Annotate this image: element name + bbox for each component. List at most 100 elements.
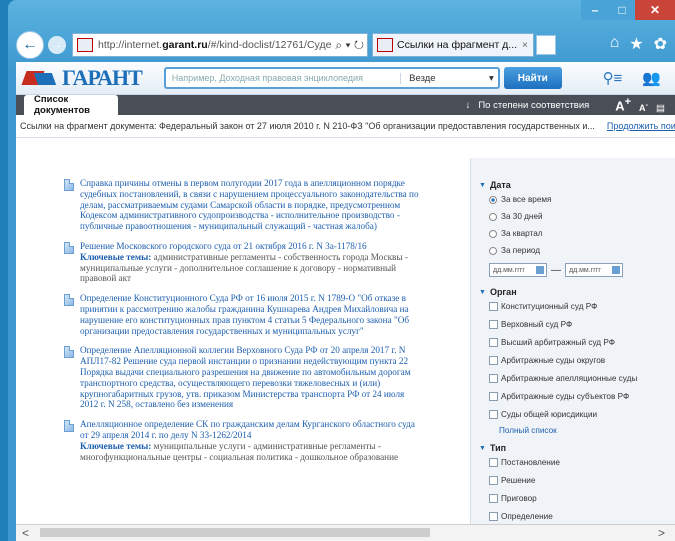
scroll-left-icon[interactable]: < (16, 526, 29, 540)
organ-option[interactable]: Арбитражные апелляционные суды (489, 374, 675, 383)
date-from-input[interactable]: дд.мм.гггг (489, 263, 547, 277)
checkbox-icon (489, 338, 498, 347)
filter-panel: ▼ Дата За все время За 30 дней За квартал… (470, 158, 675, 525)
garant-logo[interactable]: ГАРАНТ (24, 65, 143, 91)
checkbox-icon (489, 476, 498, 485)
sort-selector[interactable]: ↓ По степени соответствия (466, 100, 590, 111)
search-input[interactable]: Например, Доходная правовая энциклопедия… (163, 67, 500, 89)
site-header: ГАРАНТ Например, Доходная правовая энцик… (16, 62, 675, 95)
checkbox-label: Решение (501, 476, 536, 485)
filter-organ-title: Орган (489, 287, 517, 297)
list-item[interactable]: Апелляционное определение СК по гражданс… (64, 419, 424, 462)
star-icon[interactable]: ★ (629, 34, 643, 54)
type-option[interactable]: Постановление (489, 458, 675, 467)
document-icon (64, 241, 74, 254)
gear-icon[interactable]: ✿ (654, 34, 667, 54)
checkbox-icon (489, 512, 498, 521)
print-icon[interactable]: ▤ (656, 103, 665, 114)
find-button[interactable]: Найти (503, 67, 562, 89)
logo-text: ГАРАНТ (62, 65, 143, 90)
full-list-link[interactable]: Полный список (499, 426, 675, 435)
organ-option[interactable]: Арбитражные суды субъектов РФ (489, 392, 675, 401)
checkbox-label: Арбитражные суды округов (501, 356, 606, 365)
date-option-quarter[interactable]: За квартал (489, 229, 675, 238)
date-to-input[interactable]: дд.мм.гггг (565, 263, 623, 277)
organ-option[interactable]: Суды общей юрисдикции (489, 410, 675, 419)
checkbox-icon (489, 302, 498, 311)
search-icon[interactable]: ⌕ ▾ ↻ (331, 38, 367, 53)
font-increase-button[interactable]: A+ (615, 96, 631, 113)
sort-label: По степени соответствия (478, 99, 590, 111)
document-icon (64, 179, 74, 191)
font-decrease-button[interactable]: A- (639, 100, 648, 113)
search-scope-select[interactable]: Везде ▾ (400, 72, 498, 84)
continue-search-link[interactable]: Продолжить поиск в онлайн- (595, 121, 675, 131)
filter-type-title: Тип (489, 443, 507, 453)
calendar-icon[interactable] (536, 266, 544, 274)
close-button[interactable]: ✕ (635, 0, 675, 20)
checkbox-label: Конституционный суд РФ (501, 302, 598, 311)
font-size-controls: A+ A- ▤ (615, 96, 665, 113)
tab-close-icon[interactable]: × (522, 39, 533, 51)
breadcrumb: Ссылки на фрагмент документа: Федеральны… (16, 115, 675, 138)
chevron-down-icon: ▾ (489, 72, 494, 84)
type-option[interactable]: Определение (489, 512, 675, 521)
list-item[interactable]: Решение Московского городского суда от 2… (64, 241, 424, 284)
filter-organ-header[interactable]: ▼ Орган (479, 287, 675, 297)
filter-type-header[interactable]: ▼ Тип (479, 443, 675, 453)
users-icon[interactable]: 👥 (642, 69, 661, 87)
url-prefix: http://internet. (98, 39, 163, 51)
checkbox-label: Арбитражные апелляционные суды (501, 374, 638, 383)
organ-option[interactable]: Верховный суд РФ (489, 320, 675, 329)
checkbox-icon (489, 458, 498, 467)
filter-icon[interactable]: ⚲≡ (603, 69, 623, 87)
back-button[interactable]: ← (16, 31, 44, 59)
date-option-period[interactable]: За период (489, 246, 675, 255)
document-title-link[interactable]: Апелляционное определение СК по гражданс… (80, 419, 424, 441)
document-title-link[interactable]: Определение Конституционного Суда РФ от … (80, 293, 424, 336)
filter-date-header[interactable]: ▼ Дата (479, 180, 675, 190)
list-item[interactable]: Определение Конституционного Суда РФ от … (64, 293, 424, 336)
organ-option[interactable]: Арбитражные суды округов (489, 356, 675, 365)
chevron-down-icon: ▼ (479, 181, 486, 189)
minimize-button[interactable]: – (581, 0, 609, 20)
font-increase-label: A (615, 98, 625, 114)
window-controls: – □ ✕ (581, 0, 675, 20)
maximize-button[interactable]: □ (609, 0, 635, 20)
new-tab-button[interactable] (536, 35, 556, 55)
document-list: Справка причины отмены в первом полугоди… (64, 178, 424, 471)
organ-option[interactable]: Высший арбитражный суд РФ (489, 338, 675, 347)
checkbox-icon (489, 320, 498, 329)
document-icon (64, 346, 74, 359)
date-option-all[interactable]: За все время (489, 195, 675, 204)
list-item[interactable]: Определение Апелляционной коллегии Верхо… (64, 345, 424, 410)
address-bar[interactable]: http://internet. garant.ru/#/kind-doclist… (72, 33, 368, 57)
date-range: дд.мм.гггг — дд.мм.гггг (489, 263, 675, 277)
horizontal-scrollbar[interactable]: < > (16, 524, 675, 541)
type-option[interactable]: Решение (489, 476, 675, 485)
browser-window: – □ ✕ ← → http://internet. garant.ru/#/ki… (8, 0, 675, 541)
organ-option[interactable]: Конституционный суд РФ (489, 302, 675, 311)
type-option[interactable]: Приговор (489, 494, 675, 503)
checkbox-label: Арбитражные суды субъектов РФ (501, 392, 630, 401)
document-title-link[interactable]: Решение Московского городского суда от 2… (80, 241, 424, 252)
scrollbar-thumb[interactable] (40, 528, 430, 537)
date-option-30-days[interactable]: За 30 дней (489, 212, 675, 221)
forward-button[interactable]: → (48, 36, 66, 54)
scroll-right-icon[interactable]: > (658, 526, 675, 540)
tab-document-list[interactable]: Список документов (24, 94, 118, 116)
radio-icon (489, 246, 497, 255)
calendar-icon[interactable] (612, 266, 620, 274)
checkbox-label: Высший арбитражный суд РФ (501, 338, 615, 347)
document-title-link[interactable]: Определение Апелляционной коллегии Верхо… (80, 345, 424, 410)
browser-tab[interactable]: Ссылки на фрагмент д... × (372, 33, 534, 57)
document-icon (64, 420, 74, 433)
url-path: /#/kind-doclist/12761/Суде (207, 39, 332, 51)
list-item[interactable]: Справка причины отмены в первом полугоди… (64, 178, 424, 232)
document-title-link[interactable]: Справка причины отмены в первом полугоди… (80, 178, 424, 232)
breadcrumb-text: Ссылки на фрагмент документа: Федеральны… (20, 121, 595, 131)
radio-label: За период (501, 246, 541, 255)
home-icon[interactable]: ⌂ (610, 34, 620, 54)
url-domain: garant.ru (162, 39, 208, 51)
favicon-icon (77, 38, 93, 52)
